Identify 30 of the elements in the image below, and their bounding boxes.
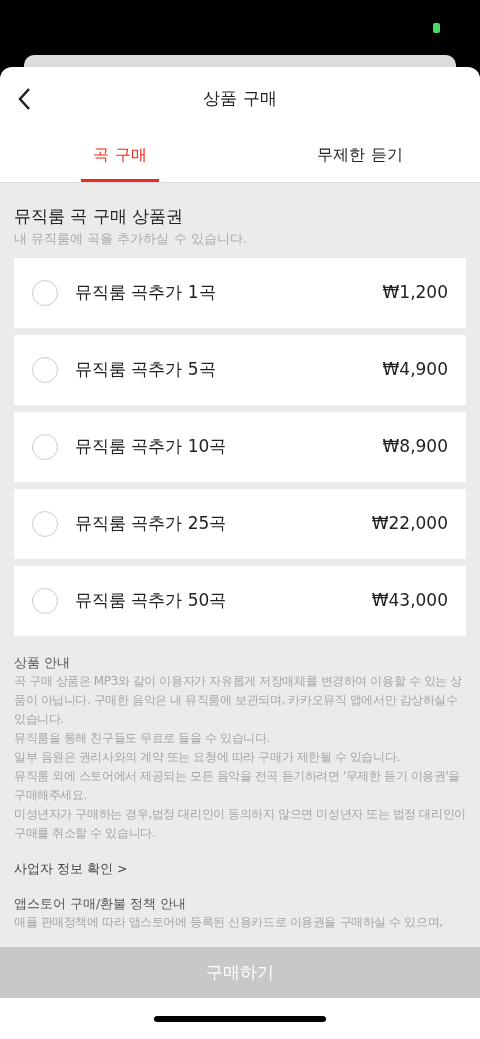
product-option[interactable]: 뮤직룸 곡추가 25곡 ₩22,000 [14, 488, 466, 559]
product-price: ₩4,900 [382, 357, 448, 381]
product-name: 뮤직룸 곡추가 5곡 [75, 357, 216, 381]
notice-title: 상품 안내 [14, 653, 71, 672]
tab[interactable]: 무제한 듣기 [305, 130, 415, 182]
notice-text: 뮤직룸 외에 스토어에서 제공되는 모든 음악을 전곡 듣기하려면 '무제한 듣기 이용권'을 구매해주세요. [14, 767, 461, 804]
section-subtitle: 내 뮤직룸에 곡을 추가하실 수 있습니다. [14, 230, 248, 248]
notice-text: 뮤직룸을 통해 친구들도 무료로 들을 수 있습니다. [14, 729, 271, 747]
product-name: 뮤직룸 곡추가 50곡 [75, 588, 227, 612]
product-price: ₩8,900 [382, 434, 448, 458]
product-option[interactable]: 뮤직룸 곡추가 5곡 ₩4,900 [14, 334, 466, 405]
notice-text: 일부 음원은 권리사와의 계약 또는 요청에 따라 구매가 제한될 수 있습니다. [14, 748, 401, 766]
product-option[interactable]: 뮤직룸 곡추가 1곡 ₩1,200 [14, 257, 466, 328]
notice-text: 미성년자가 구매하는 경우,법정 대리인이 동의하지 않으면 미성년자 또는 법정 대리인이 구매를 취소할 수 있습니다. [14, 805, 466, 842]
product-price: ₩1,200 [382, 280, 448, 304]
product-option[interactable]: 뮤직룸 곡추가 50곡 ₩43,000 [14, 565, 466, 636]
business-info-link[interactable]: 사업자 정보 확인 > [14, 858, 128, 878]
product-option[interactable]: 뮤직룸 곡추가 10곡 ₩8,900 [14, 411, 466, 482]
product-name: 뮤직룸 곡추가 1곡 [75, 280, 216, 304]
product-price: ₩22,000 [371, 511, 448, 535]
refund-policy-title: 앱스토어 구매/환불 정책 안내 [14, 894, 188, 913]
section-title: 뮤직룸 곡 구매 상품권 [14, 205, 185, 227]
notice-text: 곡 구매 상품은 MP3와 같이 이용자가 자유롭게 저장매체를 변경하여 이용할 수 있는 상품이 아닙니다. 구매한 음악은 내 뮤직룸에 보관되며, 카카오뮤직 앱에서만 감상하실수 있습니다. [14, 672, 463, 728]
page-title: 상품 구매 [203, 86, 277, 110]
product-name: 뮤직룸 곡추가 25곡 [75, 511, 227, 535]
product-price: ₩43,000 [371, 588, 448, 612]
camera-indicator-icon [433, 23, 440, 33]
back-icon [17, 87, 31, 111]
product-name: 뮤직룸 곡추가 10곡 [75, 434, 227, 458]
refund-policy-text: 애플 판매정책에 따라 앱스토어에 등록된 신용카드로 이용권을 구매하실 수 있으며, [14, 913, 444, 931]
